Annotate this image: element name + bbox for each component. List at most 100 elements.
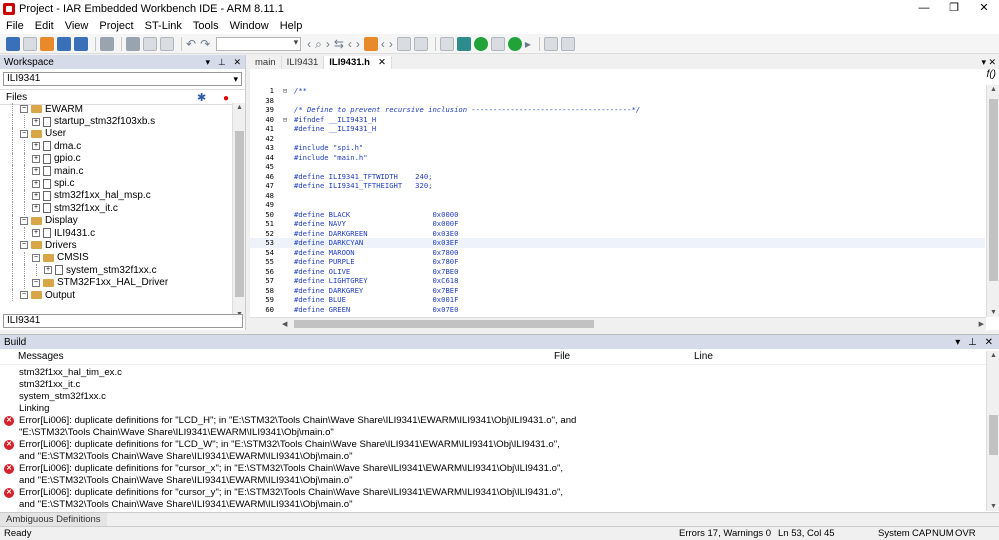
fold-icon[interactable] xyxy=(280,276,290,286)
function-list-icon[interactable]: f() xyxy=(987,69,996,80)
collapse-icon[interactable]: − xyxy=(20,241,28,250)
prev-bookmark-icon[interactable]: ‹ xyxy=(381,37,385,51)
col-messages[interactable]: Messages xyxy=(0,351,550,362)
expand-icon[interactable]: + xyxy=(32,117,40,126)
fold-icon[interactable] xyxy=(280,305,290,315)
stop-build-icon[interactable] xyxy=(473,36,488,51)
tree-file[interactable]: + dma.c xyxy=(0,140,232,153)
save-icon[interactable] xyxy=(57,36,71,51)
tree-file[interactable]: + startup_stm32f103xb.s xyxy=(0,115,232,128)
compile-icon[interactable] xyxy=(439,36,454,51)
scroll-thumb[interactable] xyxy=(294,320,594,328)
tree-folder[interactable]: − Drivers xyxy=(0,239,232,252)
menu-file[interactable]: File xyxy=(6,20,24,32)
tree-file[interactable]: + stm32f1xx_it.c xyxy=(0,202,232,215)
goto-next-icon[interactable]: › xyxy=(356,37,360,51)
scroll-left-icon[interactable]: ◀ xyxy=(282,320,287,328)
collapse-icon[interactable]: − xyxy=(32,253,40,262)
fold-icon[interactable] xyxy=(280,295,290,305)
fold-icon[interactable] xyxy=(280,210,290,220)
scroll-up-icon[interactable]: ▲ xyxy=(990,86,997,93)
code-line[interactable]: 45 xyxy=(250,162,985,172)
tree-file[interactable]: + ILI9431.c xyxy=(0,226,232,240)
code-line[interactable]: 50 #define BLACK 0x0000 xyxy=(250,210,985,220)
menu-tools[interactable]: Tools xyxy=(193,20,219,32)
tab-ambiguous-definitions[interactable]: Ambiguous Definitions xyxy=(0,513,107,526)
code-line[interactable]: 60 #define GREEN 0x07E0 xyxy=(250,305,985,315)
workspace-scrollbar[interactable]: ▲ ▼ xyxy=(232,103,245,319)
fold-icon[interactable] xyxy=(280,200,290,210)
expand-icon[interactable]: + xyxy=(32,142,40,151)
build-message[interactable]: stm32f1xx_it.c xyxy=(0,379,985,391)
code-line[interactable]: 49 xyxy=(250,200,985,210)
project-selector[interactable]: ILI9341 xyxy=(3,72,242,86)
new-file-icon[interactable] xyxy=(23,36,37,51)
fold-icon[interactable]: ⊟ xyxy=(280,115,290,125)
build-message[interactable]: Linking xyxy=(0,403,985,415)
menu-help[interactable]: Help xyxy=(280,20,303,32)
fold-icon[interactable] xyxy=(280,124,290,134)
code-line[interactable]: 46 #define ILI9341_TFTWIDTH 240; xyxy=(250,172,985,182)
code-line[interactable]: 56 #define OLIVE 0x7BE0 xyxy=(250,267,985,277)
build-scrollbar[interactable]: ▲ ▼ xyxy=(986,351,999,511)
build-message[interactable]: and "E:\STM32\Tools Chain\Wave Share\ILI… xyxy=(0,451,985,463)
code-line[interactable]: 42 xyxy=(250,134,985,144)
scroll-up-icon[interactable]: ▲ xyxy=(990,352,997,359)
tree-file[interactable]: + stm32f1xx_hal_msp.c xyxy=(0,189,232,203)
expand-icon[interactable]: + xyxy=(32,204,40,213)
tree-file[interactable]: + main.c xyxy=(0,164,232,178)
redo-icon[interactable]: ↷ xyxy=(200,37,210,51)
expand-icon[interactable]: + xyxy=(32,179,40,188)
scroll-down-icon[interactable]: ▼ xyxy=(990,503,997,510)
error-message[interactable]: ✕ Error[Li006]: duplicate definitions for… xyxy=(0,487,985,499)
code-line[interactable]: 52 #define DARKGREEN 0x03E0 xyxy=(250,229,985,239)
build-message[interactable]: and "E:\STM32\Tools Chain\Wave Share\ILI… xyxy=(0,499,985,511)
code-area[interactable]: 1 ⊟ /** 38 39 /* Define to prevent recursive … xyxy=(250,86,985,316)
code-line[interactable]: 44 #include "main.h" xyxy=(250,153,985,163)
fold-icon[interactable] xyxy=(280,181,290,191)
fold-icon[interactable]: ⊟ xyxy=(280,86,290,96)
find-icon[interactable]: ⌕ xyxy=(315,37,322,51)
build-message[interactable]: "E:\STM32\Tools Chain\Wave Share\ILI9341… xyxy=(0,427,985,439)
expand-icon[interactable]: + xyxy=(32,229,40,238)
fold-icon[interactable] xyxy=(280,96,290,106)
tree-file[interactable]: + system_stm32f1xx.c xyxy=(0,264,232,277)
code-line[interactable]: 40 ⊟ #ifndef __ILI9431_H xyxy=(250,115,985,125)
fold-icon[interactable] xyxy=(280,191,290,201)
workspace-config-field[interactable]: ILI9341 xyxy=(3,314,243,328)
collapse-icon[interactable]: − xyxy=(20,216,28,225)
find-combo[interactable] xyxy=(216,36,302,51)
bookmark-icon[interactable] xyxy=(363,36,378,51)
maximize-button[interactable]: ❐ xyxy=(939,0,969,17)
scroll-right-icon[interactable]: ▶ xyxy=(979,320,984,328)
close-panel-icon[interactable]: ✕ xyxy=(985,337,993,348)
tabs-dropdown-icon[interactable]: ▾ ✕ xyxy=(981,57,996,68)
menu-window[interactable]: Window xyxy=(230,20,269,32)
tab-ili9431-h[interactable]: ILI9431.h ✕ xyxy=(324,56,392,69)
save-all-icon[interactable] xyxy=(74,36,88,51)
tree-folder[interactable]: − Display xyxy=(0,214,232,227)
code-line[interactable]: 54 #define MAROON 0x7800 xyxy=(250,248,985,258)
tree-file[interactable]: + gpio.c xyxy=(0,152,232,165)
make-icon[interactable] xyxy=(456,36,471,51)
download-debug-icon[interactable] xyxy=(507,36,522,51)
menu-edit[interactable]: Edit xyxy=(35,20,54,32)
editor-vscrollbar[interactable]: ▲ ▼ xyxy=(986,85,999,317)
menu-project[interactable]: Project xyxy=(99,20,133,32)
code-line[interactable]: 47 #define ILI9341_TFTHEIGHT 320; xyxy=(250,181,985,191)
scroll-thumb[interactable] xyxy=(989,99,998,281)
col-file[interactable]: File xyxy=(550,351,690,362)
code-line[interactable]: 51 #define NAVY 0x000F xyxy=(250,219,985,229)
tree-folder[interactable]: − User xyxy=(0,127,232,141)
fold-icon[interactable] xyxy=(280,162,290,172)
debug-icon[interactable] xyxy=(490,36,505,51)
nav2-icon[interactable] xyxy=(413,36,428,51)
print-icon[interactable] xyxy=(100,36,114,51)
open-folder-icon[interactable] xyxy=(40,36,54,51)
error-message[interactable]: ✕ Error[Li006]: duplicate definitions for… xyxy=(0,439,985,451)
scroll-thumb[interactable] xyxy=(235,131,244,297)
menu-view[interactable]: View xyxy=(65,20,89,32)
fold-icon[interactable] xyxy=(280,286,290,296)
expand-icon[interactable]: + xyxy=(32,167,40,176)
code-line[interactable]: 59 #define BLUE 0x001F xyxy=(250,295,985,305)
